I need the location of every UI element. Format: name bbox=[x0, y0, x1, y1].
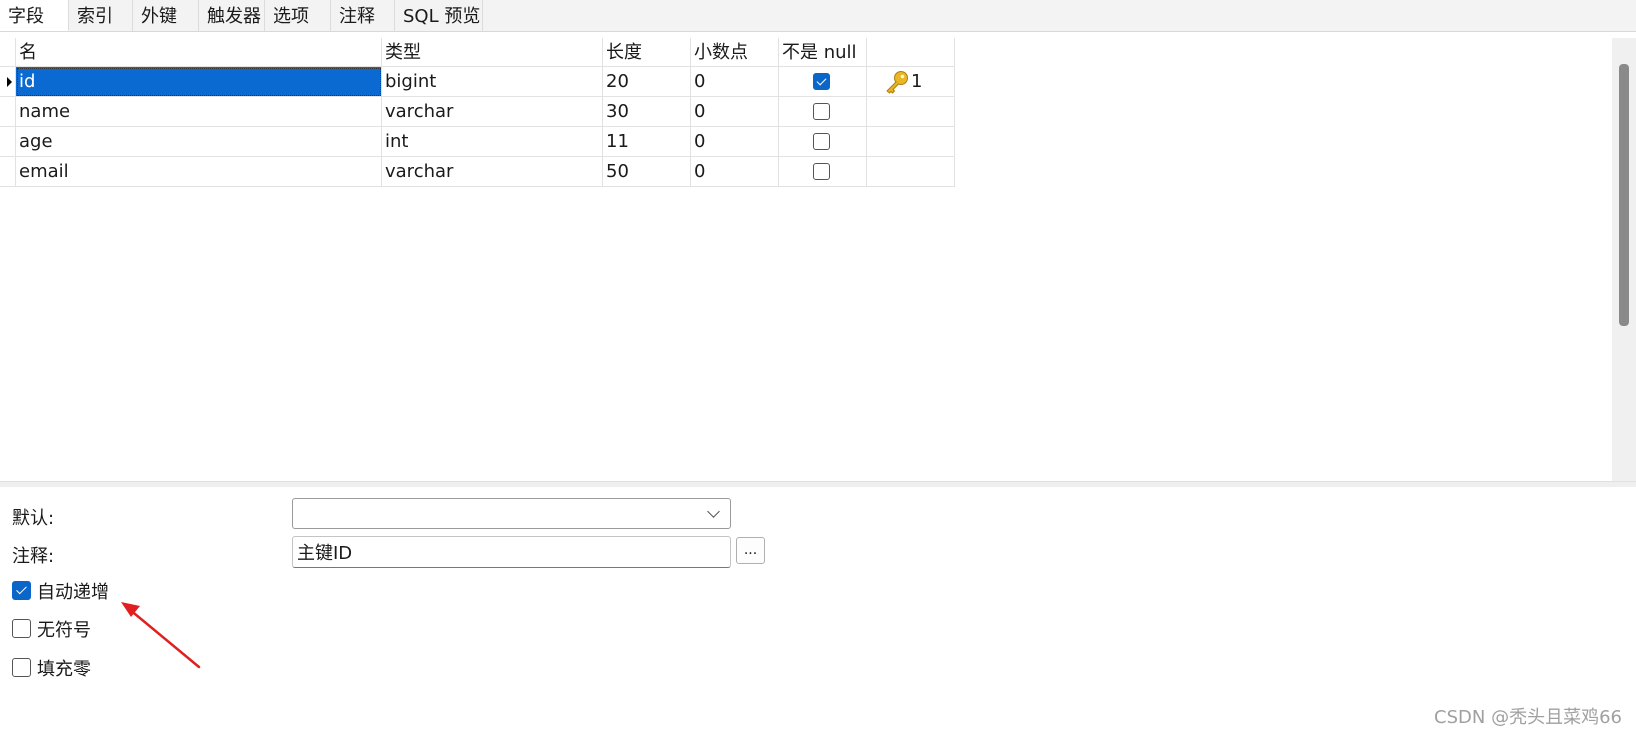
tab-bar: 字段 索引 外键 触发器 选项 注释 SQL 预览 bbox=[0, 0, 1636, 32]
column-header-not-null[interactable]: 不是 null bbox=[779, 38, 867, 67]
cell-decimals[interactable]: 0 bbox=[691, 97, 779, 127]
not-null-checkbox[interactable] bbox=[813, 73, 830, 90]
tab-fields[interactable]: 字段 bbox=[0, 0, 69, 31]
cell-decimals[interactable]: 0 bbox=[691, 67, 779, 97]
zerofill-label: 填充零 bbox=[37, 659, 91, 680]
scrollbar-thumb[interactable] bbox=[1619, 64, 1629, 326]
cell-not-null[interactable] bbox=[779, 67, 867, 97]
watermark: CSDN @秃头且菜鸡66 bbox=[1434, 707, 1622, 728]
auto-increment-checkbox[interactable] bbox=[12, 581, 31, 600]
column-header-length[interactable]: 长度 bbox=[603, 38, 691, 67]
cell-length[interactable]: 30 bbox=[603, 97, 691, 127]
column-header-key[interactable] bbox=[867, 38, 955, 67]
row-indicator[interactable] bbox=[0, 67, 16, 97]
unsigned-checkbox[interactable] bbox=[12, 619, 31, 638]
cell-key[interactable] bbox=[867, 157, 955, 187]
cell-decimals[interactable]: 0 bbox=[691, 127, 779, 157]
primary-key-icon bbox=[886, 71, 908, 94]
cell-type[interactable]: varchar bbox=[382, 97, 603, 127]
tab-indexes[interactable]: 索引 bbox=[69, 0, 133, 31]
cell-length[interactable]: 11 bbox=[603, 127, 691, 157]
cell-name[interactable]: id bbox=[16, 67, 382, 97]
tab-sql-preview[interactable]: SQL 预览 bbox=[395, 0, 483, 31]
header-corner bbox=[0, 38, 16, 67]
cell-name[interactable]: name bbox=[16, 97, 382, 127]
column-header-decimals[interactable]: 小数点 bbox=[691, 38, 779, 67]
cell-not-null[interactable] bbox=[779, 127, 867, 157]
comment-editor-button[interactable]: ... bbox=[736, 537, 765, 564]
cell-length[interactable]: 50 bbox=[603, 157, 691, 187]
default-label: 默认: bbox=[12, 508, 55, 529]
cell-not-null[interactable] bbox=[779, 97, 867, 127]
cell-name[interactable]: email bbox=[16, 157, 382, 187]
cell-type[interactable]: bigint bbox=[382, 67, 603, 97]
column-header-type[interactable]: 类型 bbox=[382, 38, 603, 67]
column-header-name[interactable]: 名 bbox=[16, 38, 382, 67]
cell-length[interactable]: 20 bbox=[603, 67, 691, 97]
cell-decimals[interactable]: 0 bbox=[691, 157, 779, 187]
row-indicator[interactable] bbox=[0, 157, 16, 187]
comment-input[interactable] bbox=[292, 536, 731, 568]
row-indicator[interactable] bbox=[0, 97, 16, 127]
not-null-checkbox[interactable] bbox=[813, 133, 830, 150]
zerofill-checkbox[interactable] bbox=[12, 658, 31, 677]
cell-type[interactable]: int bbox=[382, 127, 603, 157]
comment-label: 注释: bbox=[12, 546, 55, 567]
vertical-scrollbar[interactable] bbox=[1612, 38, 1636, 482]
tab-comment[interactable]: 注释 bbox=[331, 0, 395, 31]
tab-triggers[interactable]: 触发器 bbox=[199, 0, 265, 31]
cell-key[interactable]: 1 bbox=[867, 67, 955, 97]
not-null-checkbox[interactable] bbox=[813, 163, 830, 180]
tab-options[interactable]: 选项 bbox=[265, 0, 331, 31]
cell-name[interactable]: age bbox=[16, 127, 382, 157]
panel-splitter[interactable] bbox=[0, 481, 1636, 487]
cell-key[interactable] bbox=[867, 97, 955, 127]
unsigned-label: 无符号 bbox=[37, 620, 91, 641]
auto-increment-label: 自动递增 bbox=[37, 582, 109, 603]
cell-type[interactable]: varchar bbox=[382, 157, 603, 187]
tab-foreign-keys[interactable]: 外键 bbox=[133, 0, 199, 31]
cell-key[interactable] bbox=[867, 127, 955, 157]
row-indicator[interactable] bbox=[0, 127, 16, 157]
cell-not-null[interactable] bbox=[779, 157, 867, 187]
current-row-arrow-icon bbox=[7, 77, 12, 87]
not-null-checkbox[interactable] bbox=[813, 103, 830, 120]
default-value-dropdown[interactable] bbox=[292, 498, 731, 529]
chevron-down-icon bbox=[707, 505, 720, 518]
key-order: 1 bbox=[911, 71, 923, 92]
